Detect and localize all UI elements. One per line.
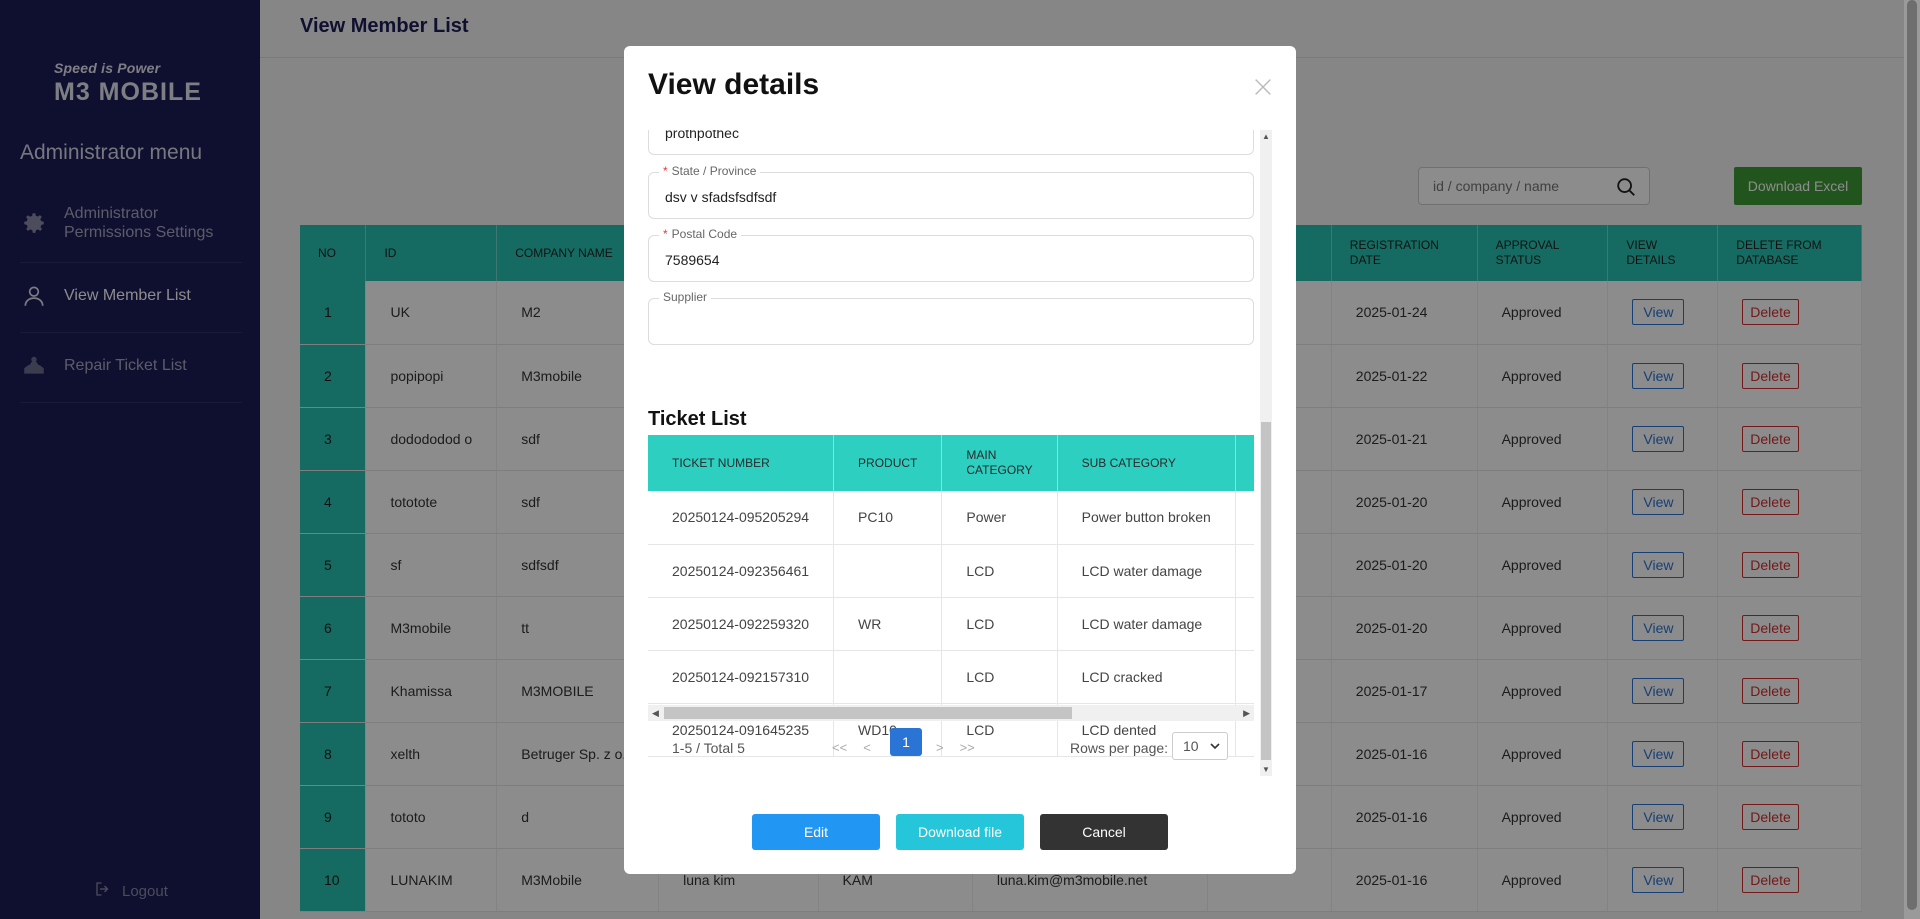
pagination-nav-right: > >> bbox=[936, 740, 991, 755]
ticket-product: WR bbox=[833, 597, 943, 651]
ticket-product bbox=[833, 544, 943, 598]
ticket-sub-category: LCD cracked bbox=[1057, 650, 1236, 704]
horizontal-scrollbar-thumb[interactable] bbox=[664, 707, 1072, 719]
state-province-field[interactable]: * State / Province dsv v sfadsfsdfsdf bbox=[648, 164, 1254, 219]
ticket-row[interactable]: 20250124-092157310 LCD LCD cracked bbox=[648, 650, 1254, 704]
field-label: * State / Province bbox=[659, 164, 761, 178]
required-marker: * bbox=[663, 164, 668, 178]
empty-cell bbox=[1235, 650, 1254, 704]
pagination-nav: << < bbox=[832, 740, 887, 755]
field-label: * Postal Code bbox=[659, 227, 742, 241]
scroll-up-arrow-icon[interactable]: ▲ bbox=[1262, 132, 1270, 141]
prev-page-button[interactable]: < bbox=[863, 740, 871, 755]
column-header bbox=[1235, 435, 1254, 491]
ticket-number: 20250124-092356461 bbox=[648, 544, 835, 598]
ticket-list-title: Ticket List bbox=[648, 408, 747, 430]
column-header: SUB CATEGORY bbox=[1057, 435, 1236, 491]
edit-button[interactable]: Edit bbox=[752, 814, 880, 850]
ticket-row[interactable]: 20250124-092356461 LCD LCD water damage bbox=[648, 544, 1254, 598]
column-header: TICKET NUMBER bbox=[648, 435, 835, 491]
supplier-field[interactable]: Supplier bbox=[648, 290, 1254, 345]
field-label-text: Postal Code bbox=[671, 227, 738, 241]
ticket-number: 20250124-092259320 bbox=[648, 597, 835, 651]
modal-footer: Edit Download file Cancel bbox=[624, 814, 1296, 850]
address-field[interactable]: prothpothec bbox=[648, 130, 1254, 155]
last-page-button[interactable]: >> bbox=[960, 740, 975, 755]
close-icon[interactable] bbox=[1252, 76, 1274, 98]
empty-cell bbox=[1235, 544, 1254, 598]
field-value: dsv v sfadsfsdfsdf bbox=[665, 189, 777, 205]
modal-scrollbar-thumb[interactable] bbox=[1261, 422, 1271, 760]
field-value: 7589654 bbox=[665, 252, 720, 268]
rows-per-page-label: Rows per page: bbox=[1070, 740, 1169, 756]
ticket-main-category: Power bbox=[941, 491, 1058, 545]
column-header: MAIN CATEGORY bbox=[941, 435, 1058, 491]
ticket-product: PC10 bbox=[833, 491, 943, 545]
ticket-sub-category: Power button broken bbox=[1057, 491, 1236, 545]
empty-cell bbox=[1235, 597, 1254, 651]
scroll-left-arrow-icon[interactable]: ◀ bbox=[652, 708, 659, 719]
cancel-button[interactable]: Cancel bbox=[1040, 814, 1168, 850]
rows-per-page-value: 10 bbox=[1183, 738, 1199, 754]
field-value: prothpothec bbox=[665, 130, 739, 141]
page-scrollbar-thumb[interactable] bbox=[1907, 0, 1917, 910]
ticket-pagination: 1-5 / Total 5 << < 1 > >> Rows per page: 1… bbox=[648, 728, 1254, 768]
ticket-main-category: LCD bbox=[941, 544, 1058, 598]
page-scrollbar[interactable] bbox=[1904, 0, 1920, 919]
column-header: PRODUCT bbox=[833, 435, 943, 491]
ticket-row[interactable]: 20250124-092259320 WR LCD LCD water dama… bbox=[648, 597, 1254, 651]
field-label-text: State / Province bbox=[671, 164, 757, 178]
chevron-down-icon bbox=[1209, 733, 1221, 767]
modal-vertical-scrollbar[interactable]: ▲ ▼ bbox=[1260, 130, 1272, 776]
empty-cell bbox=[1235, 491, 1254, 545]
pagination-summary: 1-5 / Total 5 bbox=[672, 740, 745, 756]
view-details-modal: View details prothpothec * State / Provin… bbox=[624, 46, 1296, 874]
horizontal-scrollbar[interactable]: ◀ ▶ bbox=[648, 705, 1254, 721]
scroll-right-arrow-icon[interactable]: ▶ bbox=[1243, 708, 1250, 719]
page-button-current[interactable]: 1 bbox=[890, 728, 922, 756]
postal-code-field[interactable]: * Postal Code 7589654 bbox=[648, 227, 1254, 282]
first-page-button[interactable]: << bbox=[832, 740, 847, 755]
modal-body: prothpothec * State / Province dsv v sfad… bbox=[648, 130, 1272, 770]
field-label: Supplier bbox=[659, 290, 712, 304]
download-file-button[interactable]: Download file bbox=[896, 814, 1024, 850]
next-page-button[interactable]: > bbox=[936, 740, 944, 755]
required-marker: * bbox=[663, 227, 668, 241]
scroll-down-arrow-icon[interactable]: ▼ bbox=[1262, 765, 1270, 774]
ticket-number: 20250124-095205294 bbox=[648, 491, 835, 545]
ticket-row[interactable]: 20250124-095205294 PC10 Power Power butt… bbox=[648, 491, 1254, 545]
rows-per-page-select[interactable]: 10 bbox=[1172, 732, 1228, 760]
modal-title: View details bbox=[648, 68, 820, 101]
ticket-sub-category: LCD water damage bbox=[1057, 544, 1236, 598]
ticket-product bbox=[833, 650, 943, 704]
ticket-header-row: TICKET NUMBER PRODUCT MAIN CATEGORY SUB … bbox=[648, 435, 1254, 491]
ticket-table-container: TICKET NUMBER PRODUCT MAIN CATEGORY SUB … bbox=[648, 435, 1254, 765]
ticket-number: 20250124-092157310 bbox=[648, 650, 835, 704]
ticket-main-category: LCD bbox=[941, 597, 1058, 651]
ticket-main-category: LCD bbox=[941, 650, 1058, 704]
ticket-sub-category: LCD water damage bbox=[1057, 597, 1236, 651]
